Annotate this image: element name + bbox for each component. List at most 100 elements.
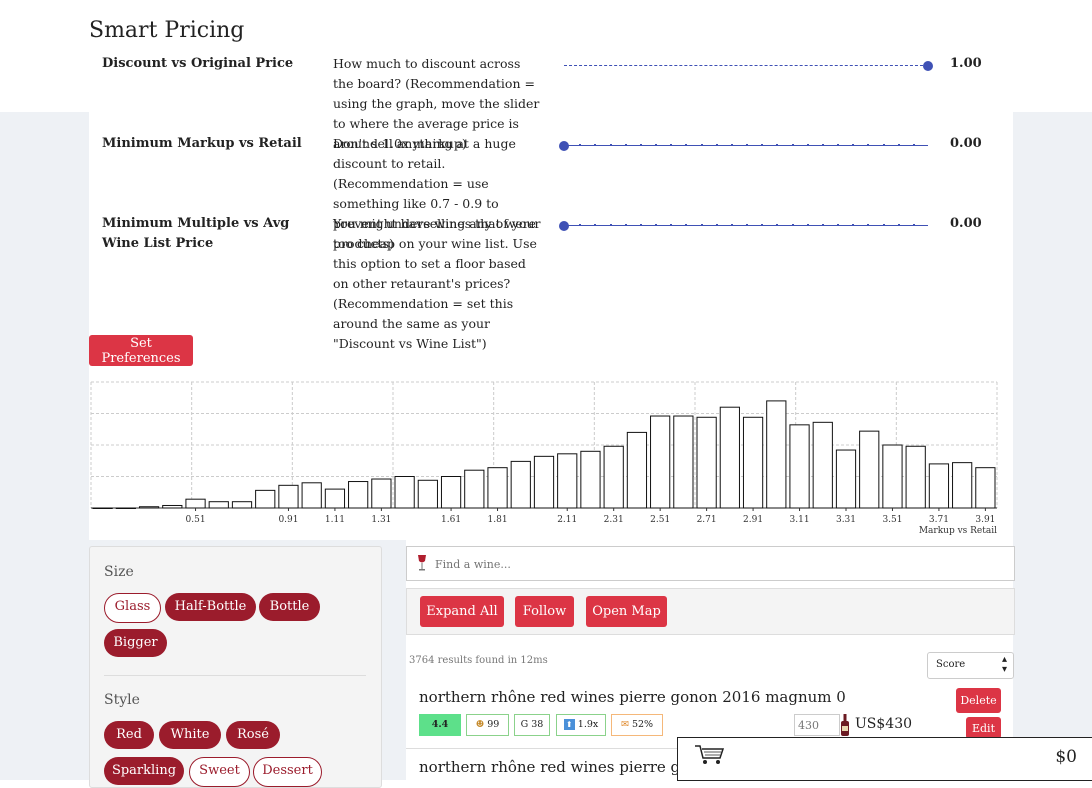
filter-style-red[interactable]: Red [104, 721, 154, 749]
expand-all-button[interactable]: Expand All [420, 596, 504, 627]
set-preferences-button[interactable]: Set Preferences [89, 335, 193, 366]
histogram-bar [115, 507, 136, 509]
histogram-bar [975, 467, 996, 509]
histogram-bar [812, 421, 833, 509]
histogram-bar [882, 444, 903, 509]
preference-label: Discount vs Original Price [102, 56, 294, 71]
histogram-bar [138, 506, 160, 509]
search-box [406, 546, 1015, 582]
up-arrow-icon: ⬆ [563, 719, 575, 730]
filter-style-white[interactable]: White [159, 721, 221, 749]
x-tick-label: 3.31 [836, 515, 856, 525]
slider-thumb[interactable] [559, 221, 569, 231]
size-filter-heading: Size [104, 564, 134, 580]
filter-style-rose[interactable]: Rosé [226, 721, 280, 749]
histogram-bar [394, 476, 415, 509]
histogram-bar [231, 501, 253, 509]
histogram-bar [905, 445, 926, 509]
filter-size-half-bottle[interactable]: Half-Bottle [165, 593, 256, 621]
wine-title[interactable]: northern rhône red wines pierre gonon 20… [419, 688, 846, 706]
x-tick-label: 0.91 [278, 515, 298, 525]
x-tick-label: 2.91 [743, 515, 763, 525]
histogram-bar [696, 416, 717, 509]
minimum-markup-slider[interactable] [559, 141, 928, 151]
filter-panel: Size Glass Half-Bottle Bottle Bigger Sty… [89, 546, 382, 788]
wine-glass-icon [416, 554, 428, 576]
delete-button[interactable]: Delete [956, 688, 1001, 713]
filter-size-bottle[interactable]: Bottle [259, 593, 320, 621]
cart-total: $0 [1055, 747, 1077, 767]
follow-button[interactable]: Follow [515, 596, 574, 627]
percent-badge-value: 52% [631, 719, 654, 730]
x-tick-label: 1.31 [371, 515, 391, 525]
filter-size-bigger[interactable]: Bigger [104, 629, 167, 657]
search-input[interactable] [433, 547, 997, 582]
preference-value: 0.00 [950, 136, 982, 151]
style-filter-heading: Style [104, 692, 140, 708]
histogram-bar [278, 484, 299, 509]
x-tick-label: 2.11 [557, 515, 577, 525]
histogram-bar [92, 507, 113, 509]
filter-size-glass[interactable]: Glass [104, 593, 161, 623]
histogram-bar [719, 406, 740, 509]
slider-thumb[interactable] [559, 141, 569, 151]
histogram-bar [440, 476, 462, 509]
action-bar: Expand All Follow Open Map [406, 588, 1015, 635]
filter-style-dessert[interactable]: Dessert [253, 757, 322, 787]
x-tick-label: 0.51 [186, 515, 206, 525]
histogram-bar [626, 431, 648, 509]
histogram-bar [789, 424, 810, 509]
preference-value: 0.00 [950, 216, 982, 231]
histogram-bar [324, 488, 346, 509]
slider-thumb[interactable] [923, 61, 933, 71]
x-tick-label: 3.11 [790, 515, 810, 525]
discount-icon: ✉ [620, 719, 629, 730]
x-tick-label: 2.71 [697, 515, 717, 525]
x-tick-label: 1.81 [488, 515, 508, 525]
histogram-bar [371, 478, 392, 509]
results-count: 3764 results found in 12ms [409, 655, 548, 666]
x-tick-label: 1.61 [441, 515, 461, 525]
histogram-bar [580, 450, 601, 509]
critic-icon: ☻ [475, 719, 485, 730]
histogram-bar [557, 453, 578, 509]
markup-badge: ⬆ 1.9x [556, 714, 606, 736]
sort-select-value: Score [936, 659, 966, 670]
histogram-bar [348, 481, 369, 509]
histogram-bar [487, 467, 508, 509]
histogram-bar [650, 415, 671, 509]
histogram-bar [859, 430, 880, 509]
filter-style-sweet[interactable]: Sweet [189, 757, 250, 787]
histogram-bar [603, 445, 624, 509]
sort-select[interactable]: Score ▴ ▾ [927, 652, 1014, 679]
wine-price: US$430 [855, 716, 913, 732]
histogram-bar [417, 479, 438, 509]
wine-title[interactable]: northern rhône red wines pierre gonon [419, 758, 718, 776]
histogram-bar [301, 482, 322, 509]
preference-value: 1.00 [950, 56, 982, 71]
markup-histogram-svg: 0.51 0.91 1.11 1.31 1.61 1.81 2.11 2.31 2.51 2.71… [90, 381, 998, 536]
histogram-bar [533, 455, 555, 509]
open-map-button[interactable]: Open Map [586, 596, 667, 627]
filter-style-sparkling[interactable]: Sparkling [104, 757, 184, 785]
preference-label: Minimum Markup vs Retail [102, 136, 302, 151]
markup-badge-value: 1.9x [577, 719, 599, 730]
cart-bar[interactable]: $0 [677, 737, 1092, 781]
rating-badge: 4.4 [419, 714, 461, 736]
minimum-multiple-slider[interactable] [559, 221, 928, 231]
cart-icon[interactable] [694, 744, 726, 770]
score-badge-value: 99 [487, 719, 500, 730]
histogram-bar [208, 501, 229, 509]
x-tick-label: 3.91 [975, 515, 995, 525]
edit-button[interactable]: Edit [966, 717, 1001, 739]
x-tick-label: 1.11 [325, 515, 345, 525]
discount-slider[interactable] [564, 61, 933, 71]
background-right-panel [1013, 112, 1092, 737]
x-tick-label: 3.51 [882, 515, 902, 525]
histogram-bar [510, 460, 531, 509]
price-input[interactable] [794, 714, 840, 736]
histogram-bar [464, 469, 485, 509]
filter-divider [104, 675, 366, 676]
x-tick-label: 2.31 [604, 515, 624, 525]
x-tick-label: 3.71 [929, 515, 949, 525]
